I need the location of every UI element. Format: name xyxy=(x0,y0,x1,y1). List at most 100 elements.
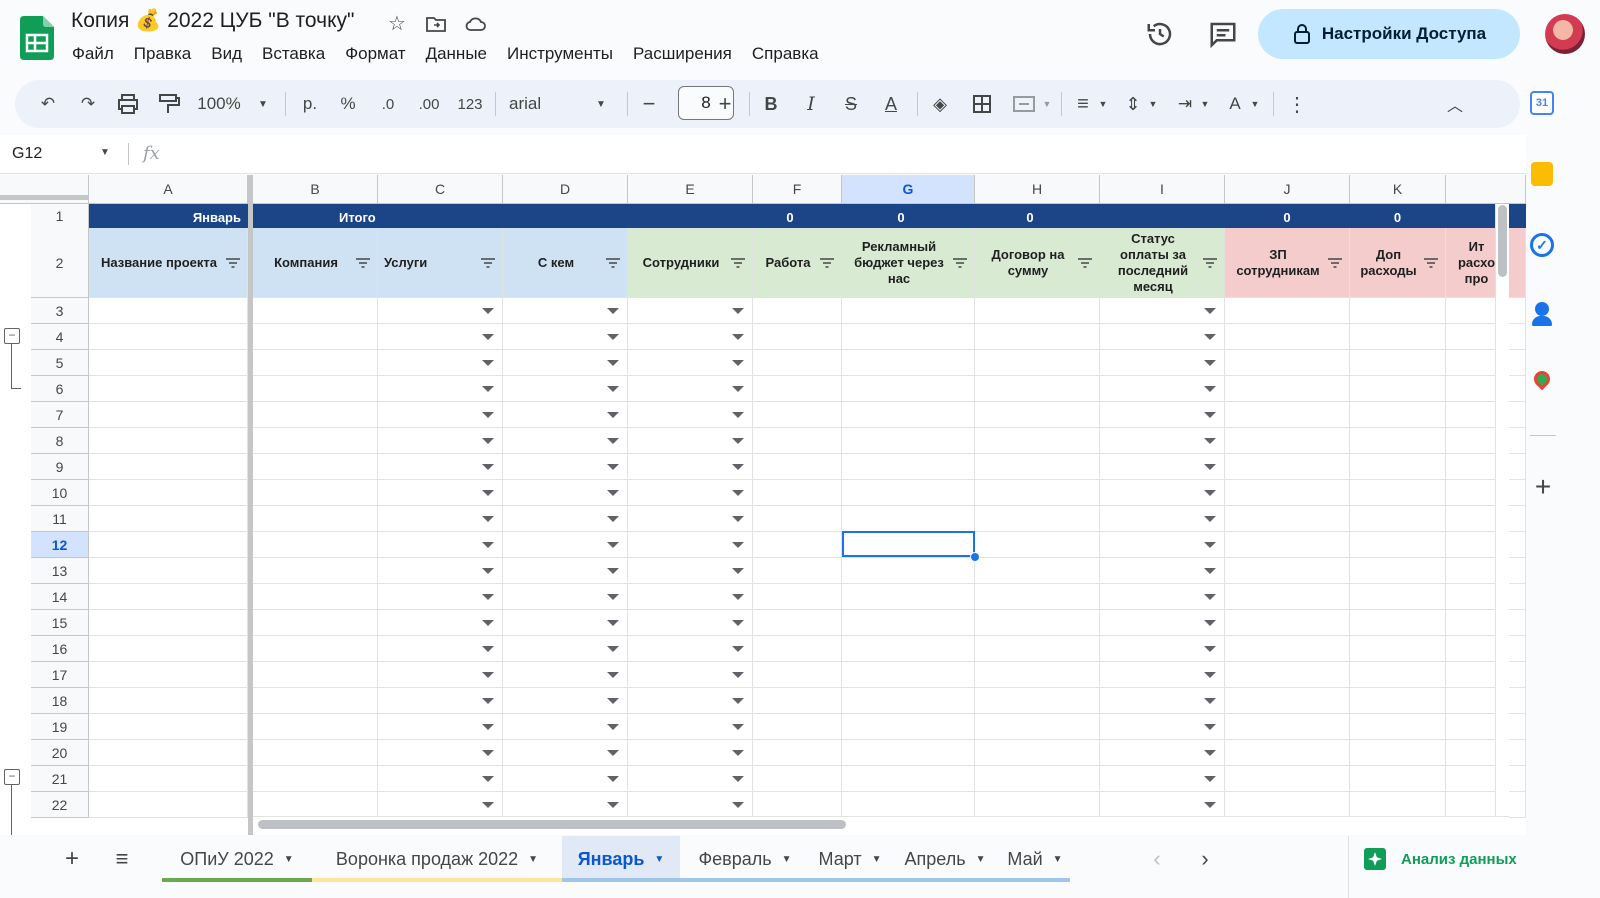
dropdown-chevron-icon[interactable] xyxy=(1204,307,1216,314)
cell-a1[interactable]: Январь xyxy=(89,204,248,229)
frozen-column-divider[interactable] xyxy=(248,175,253,835)
cell-e17[interactable] xyxy=(628,662,753,688)
cell-b11[interactable] xyxy=(253,506,378,532)
dropdown-chevron-icon[interactable] xyxy=(607,671,619,678)
increase-decimal-button[interactable]: .00 xyxy=(413,80,445,128)
cell-i14[interactable] xyxy=(1100,584,1225,610)
cell-c13[interactable] xyxy=(378,558,503,584)
text-rotation-icon[interactable]: A xyxy=(1221,80,1249,128)
menu-insert[interactable]: Вставка xyxy=(252,42,335,66)
cell-d7[interactable] xyxy=(503,402,628,428)
filter-icon[interactable] xyxy=(605,257,621,269)
cell-k21[interactable] xyxy=(1350,766,1446,792)
cell-g18[interactable] xyxy=(842,688,975,714)
cell-h20[interactable] xyxy=(975,740,1100,766)
cell-g16[interactable] xyxy=(842,636,975,662)
cell-b14[interactable] xyxy=(253,584,378,610)
maps-icon[interactable] xyxy=(1530,367,1554,391)
horizontal-scrollbar-thumb[interactable] xyxy=(258,820,846,829)
dropdown-chevron-icon[interactable] xyxy=(732,645,744,652)
cell-l18[interactable] xyxy=(1446,688,1526,714)
cell-g17[interactable] xyxy=(842,662,975,688)
font-chevron-down-icon[interactable]: ▼ xyxy=(593,80,609,128)
cell-d5[interactable] xyxy=(503,350,628,376)
document-title[interactable]: Копия 💰 2022 ЦУБ "В точку" xyxy=(71,9,354,33)
cell-j12[interactable] xyxy=(1225,532,1350,558)
dropdown-chevron-icon[interactable] xyxy=(1204,697,1216,704)
cell-i2[interactable]: Статус оплаты за последний месяц xyxy=(1100,228,1225,298)
dropdown-chevron-icon[interactable] xyxy=(1204,385,1216,392)
cell-a18[interactable] xyxy=(89,688,248,714)
cell-d2[interactable]: С кем xyxy=(503,228,628,298)
bold-icon[interactable]: B xyxy=(757,80,785,128)
frozen-row-handle[interactable] xyxy=(0,195,89,200)
cell-d12[interactable] xyxy=(503,532,628,558)
dropdown-chevron-icon[interactable] xyxy=(607,437,619,444)
percent-format-button[interactable]: % xyxy=(337,80,359,128)
cell-l11[interactable] xyxy=(1446,506,1526,532)
merge-cells-icon[interactable] xyxy=(1009,80,1039,128)
star-icon[interactable]: ☆ xyxy=(385,12,409,36)
cell-j20[interactable] xyxy=(1225,740,1350,766)
rotation-chevron-down-icon[interactable]: ▼ xyxy=(1249,80,1261,128)
cell-g19[interactable] xyxy=(842,714,975,740)
dropdown-chevron-icon[interactable] xyxy=(607,411,619,418)
cell-c10[interactable] xyxy=(378,480,503,506)
row-header-14[interactable]: 14 xyxy=(31,584,89,610)
dropdown-chevron-icon[interactable] xyxy=(732,489,744,496)
row-header-15[interactable]: 15 xyxy=(31,610,89,636)
fill-handle[interactable] xyxy=(970,552,980,562)
filter-icon[interactable] xyxy=(1327,257,1343,269)
cell-j3[interactable] xyxy=(1225,298,1350,324)
cell-c3[interactable] xyxy=(378,298,503,324)
cell-h19[interactable] xyxy=(975,714,1100,740)
col-header-a[interactable]: A xyxy=(89,175,248,204)
menu-data[interactable]: Данные xyxy=(416,42,497,66)
menu-extensions[interactable]: Расширения xyxy=(623,42,742,66)
menu-edit[interactable]: Правка xyxy=(124,42,201,66)
dropdown-chevron-icon[interactable] xyxy=(607,541,619,548)
cell-j21[interactable] xyxy=(1225,766,1350,792)
dropdown-chevron-icon[interactable] xyxy=(482,593,494,600)
cell-h4[interactable] xyxy=(975,324,1100,350)
cell-g15[interactable] xyxy=(842,610,975,636)
cell-d19[interactable] xyxy=(503,714,628,740)
cell-l16[interactable] xyxy=(1446,636,1526,662)
cell-j10[interactable] xyxy=(1225,480,1350,506)
cell-b21[interactable] xyxy=(253,766,378,792)
cell-j16[interactable] xyxy=(1225,636,1350,662)
cell-e16[interactable] xyxy=(628,636,753,662)
move-folder-icon[interactable] xyxy=(424,12,448,36)
cell-g20[interactable] xyxy=(842,740,975,766)
cell-c14[interactable] xyxy=(378,584,503,610)
cell-i7[interactable] xyxy=(1100,402,1225,428)
cell-a17[interactable] xyxy=(89,662,248,688)
cell-c12[interactable] xyxy=(378,532,503,558)
cell-a6[interactable] xyxy=(89,376,248,402)
decrease-font-size-icon[interactable]: − xyxy=(635,80,663,128)
cell-e10[interactable] xyxy=(628,480,753,506)
filter-icon[interactable] xyxy=(730,257,746,269)
cell-i3[interactable] xyxy=(1100,298,1225,324)
cell-e7[interactable] xyxy=(628,402,753,428)
cell-a12[interactable] xyxy=(89,532,248,558)
cell-j19[interactable] xyxy=(1225,714,1350,740)
dropdown-chevron-icon[interactable] xyxy=(1204,463,1216,470)
cell-k22[interactable] xyxy=(1350,792,1446,818)
vertical-align-icon[interactable]: ⇕ xyxy=(1119,80,1147,128)
menu-file[interactable]: Файл xyxy=(62,42,124,66)
sheet-tab-chevron-down-icon[interactable]: ▼ xyxy=(654,854,664,865)
add-addon-icon[interactable]: + xyxy=(1530,473,1556,501)
dropdown-chevron-icon[interactable] xyxy=(482,307,494,314)
cell-j18[interactable] xyxy=(1225,688,1350,714)
row-header-21[interactable]: 21 xyxy=(31,766,89,792)
cell-e5[interactable] xyxy=(628,350,753,376)
cell-d15[interactable] xyxy=(503,610,628,636)
explore-button[interactable]: Анализ данных xyxy=(1355,842,1525,876)
sheet-tab-chevron-down-icon[interactable]: ▼ xyxy=(872,854,882,865)
cell-i8[interactable] xyxy=(1100,428,1225,454)
cell-f15[interactable] xyxy=(753,610,842,636)
cell-g5[interactable] xyxy=(842,350,975,376)
cell-b4[interactable] xyxy=(253,324,378,350)
dropdown-chevron-icon[interactable] xyxy=(1204,619,1216,626)
